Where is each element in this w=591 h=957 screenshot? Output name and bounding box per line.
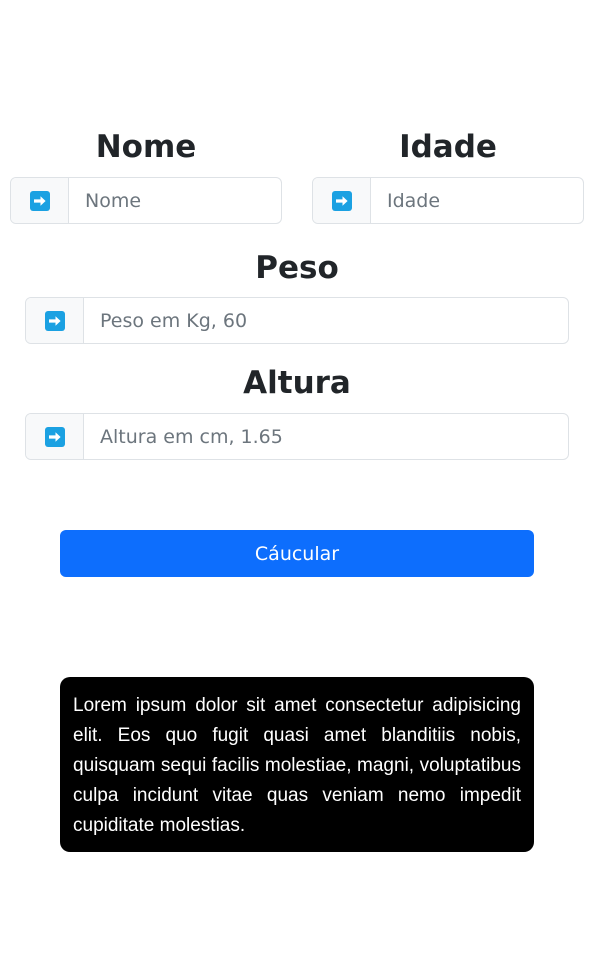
info-box: Lorem ipsum dolor sit amet consectetur a… (60, 677, 534, 852)
peso-addon (26, 298, 84, 343)
nome-label: Nome (95, 129, 197, 165)
altura-input-group (25, 413, 569, 460)
info-text: Lorem ipsum dolor sit amet consectetur a… (73, 695, 521, 836)
nome-input-group (10, 177, 282, 224)
idade-input[interactable] (371, 178, 583, 223)
right-arrow-icon (331, 190, 352, 211)
altura-input[interactable] (84, 414, 568, 459)
right-arrow-icon (44, 310, 65, 331)
idade-addon (313, 178, 371, 223)
calcular-button[interactable]: Cáucular (60, 530, 534, 577)
idade-label: Idade (399, 129, 497, 165)
nome-input[interactable] (69, 178, 281, 223)
peso-label: Peso (255, 250, 339, 286)
altura-label: Altura (243, 365, 351, 401)
right-arrow-icon (44, 426, 65, 447)
peso-input-group (25, 297, 569, 344)
nome-addon (11, 178, 69, 223)
idade-input-group (312, 177, 584, 224)
right-arrow-icon (29, 190, 50, 211)
peso-input[interactable] (84, 298, 568, 343)
altura-addon (26, 414, 84, 459)
